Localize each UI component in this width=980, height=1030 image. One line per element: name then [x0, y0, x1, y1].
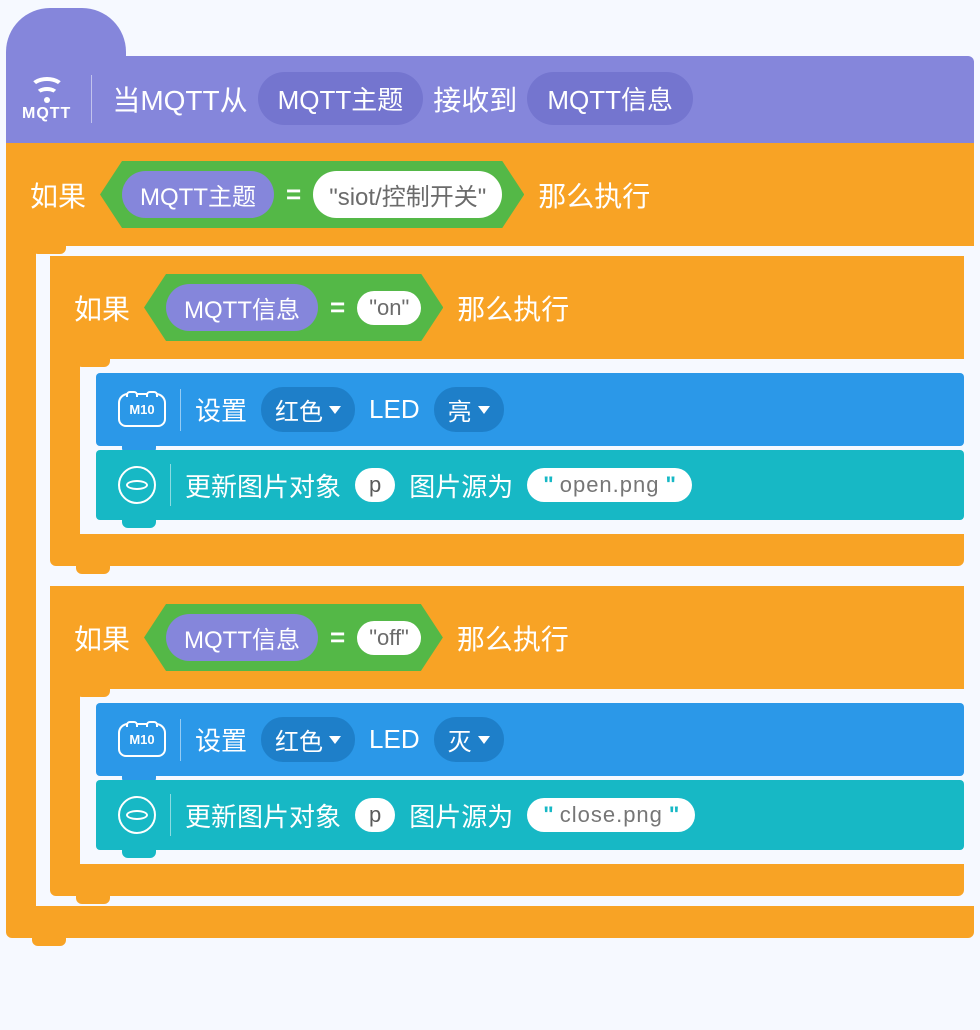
c-bottom: [50, 864, 964, 896]
if-block-on[interactable]: 如果 MQTT信息 = "on" 那么执行 M10: [50, 256, 964, 566]
if-header: 如果 MQTT主题 = "siot/控制开关" 那么执行: [6, 143, 974, 246]
label-set: 设置: [195, 391, 247, 428]
mqtt-icon-label: MQTT: [22, 105, 71, 123]
label-led: LED: [369, 394, 420, 425]
kw-then: 那么执行: [457, 618, 569, 658]
set-led-on[interactable]: M10 设置 红色 LED 亮: [96, 373, 964, 446]
chevron-down-icon: [478, 406, 490, 414]
if-header-off: 如果 MQTT信息 = "off" 那么执行: [50, 586, 964, 689]
op-equals: =: [330, 622, 345, 653]
update-image-off[interactable]: 更新图片对象 p 图片源为 "close.png": [96, 780, 964, 850]
kw-if: 如果: [30, 175, 86, 215]
m10-icon: M10: [118, 723, 166, 757]
c-arm: [50, 359, 80, 534]
hat-text-prefix: 当MQTT从: [112, 79, 247, 119]
label-led: LED: [369, 724, 420, 755]
label-source: 图片源为: [409, 797, 513, 834]
op-equals: =: [330, 292, 345, 323]
if-header-on: 如果 MQTT信息 = "on" 那么执行: [50, 256, 964, 359]
dropdown-color[interactable]: 红色: [261, 717, 355, 762]
label-source: 图片源为: [409, 467, 513, 504]
op-equals: =: [286, 179, 301, 210]
chevron-down-icon: [329, 736, 341, 744]
hat-text-middle: 接收到: [433, 79, 517, 119]
dropdown-color[interactable]: 红色: [261, 387, 355, 432]
if-block-off[interactable]: 如果 MQTT信息 = "off" 那么执行 M10: [50, 586, 964, 896]
chevron-down-icon: [329, 406, 341, 414]
set-led-off[interactable]: M10 设置 红色 LED 灭: [96, 703, 964, 776]
hat-cap: [6, 8, 126, 56]
update-image-on[interactable]: 更新图片对象 p 图片源为 "open.png": [96, 450, 964, 520]
label-update: 更新图片对象: [185, 797, 341, 834]
hat-message-slot[interactable]: MQTT信息: [527, 72, 693, 125]
reporter-mqtt-msg[interactable]: MQTT信息: [166, 614, 318, 661]
divider: [170, 464, 171, 506]
script-stack: MQTT 当MQTT从 MQTT主题 接收到 MQTT信息 如果 MQTT主题 …: [6, 8, 974, 938]
kw-if: 如果: [74, 618, 130, 658]
label-set: 设置: [195, 721, 247, 758]
c-bottom: [50, 534, 964, 566]
c-bottom-outer: [6, 906, 974, 938]
divider: [170, 794, 171, 836]
m10-icon: M10: [118, 393, 166, 427]
chevron-down-icon: [478, 736, 490, 744]
dropdown-state[interactable]: 灭: [434, 717, 504, 762]
literal-on[interactable]: "on": [357, 291, 421, 325]
if-block-topic[interactable]: 如果 MQTT主题 = "siot/控制开关" 那么执行 如果 MQTT信息 =: [6, 143, 974, 938]
kw-then: 那么执行: [538, 175, 650, 215]
image-target[interactable]: p: [355, 798, 395, 832]
c-arm: [50, 689, 80, 864]
image-path[interactable]: "close.png": [527, 798, 695, 832]
divider: [180, 719, 181, 761]
reporter-mqtt-msg[interactable]: MQTT信息: [166, 284, 318, 331]
hat-topic-slot[interactable]: MQTT主题: [258, 72, 424, 125]
kw-if: 如果: [74, 288, 130, 328]
mqtt-icon: MQTT: [22, 75, 71, 123]
update-icon: [118, 796, 156, 834]
c-arm: [6, 246, 36, 906]
update-icon: [118, 466, 156, 504]
image-path[interactable]: "open.png": [527, 468, 692, 502]
image-target[interactable]: p: [355, 468, 395, 502]
equals-condition-off[interactable]: MQTT信息 = "off": [144, 604, 443, 671]
dropdown-state[interactable]: 亮: [434, 387, 504, 432]
literal-topic[interactable]: "siot/控制开关": [313, 171, 502, 218]
literal-off[interactable]: "off": [357, 621, 421, 655]
hat-body: MQTT 当MQTT从 MQTT主题 接收到 MQTT信息: [6, 56, 974, 143]
reporter-mqtt-topic[interactable]: MQTT主题: [122, 171, 274, 218]
divider: [180, 389, 181, 431]
equals-condition[interactable]: MQTT主题 = "siot/控制开关": [100, 161, 524, 228]
hat-block[interactable]: MQTT 当MQTT从 MQTT主题 接收到 MQTT信息: [6, 8, 974, 143]
label-update: 更新图片对象: [185, 467, 341, 504]
divider: [91, 75, 92, 123]
kw-then: 那么执行: [457, 288, 569, 328]
equals-condition-on[interactable]: MQTT信息 = "on": [144, 274, 443, 341]
